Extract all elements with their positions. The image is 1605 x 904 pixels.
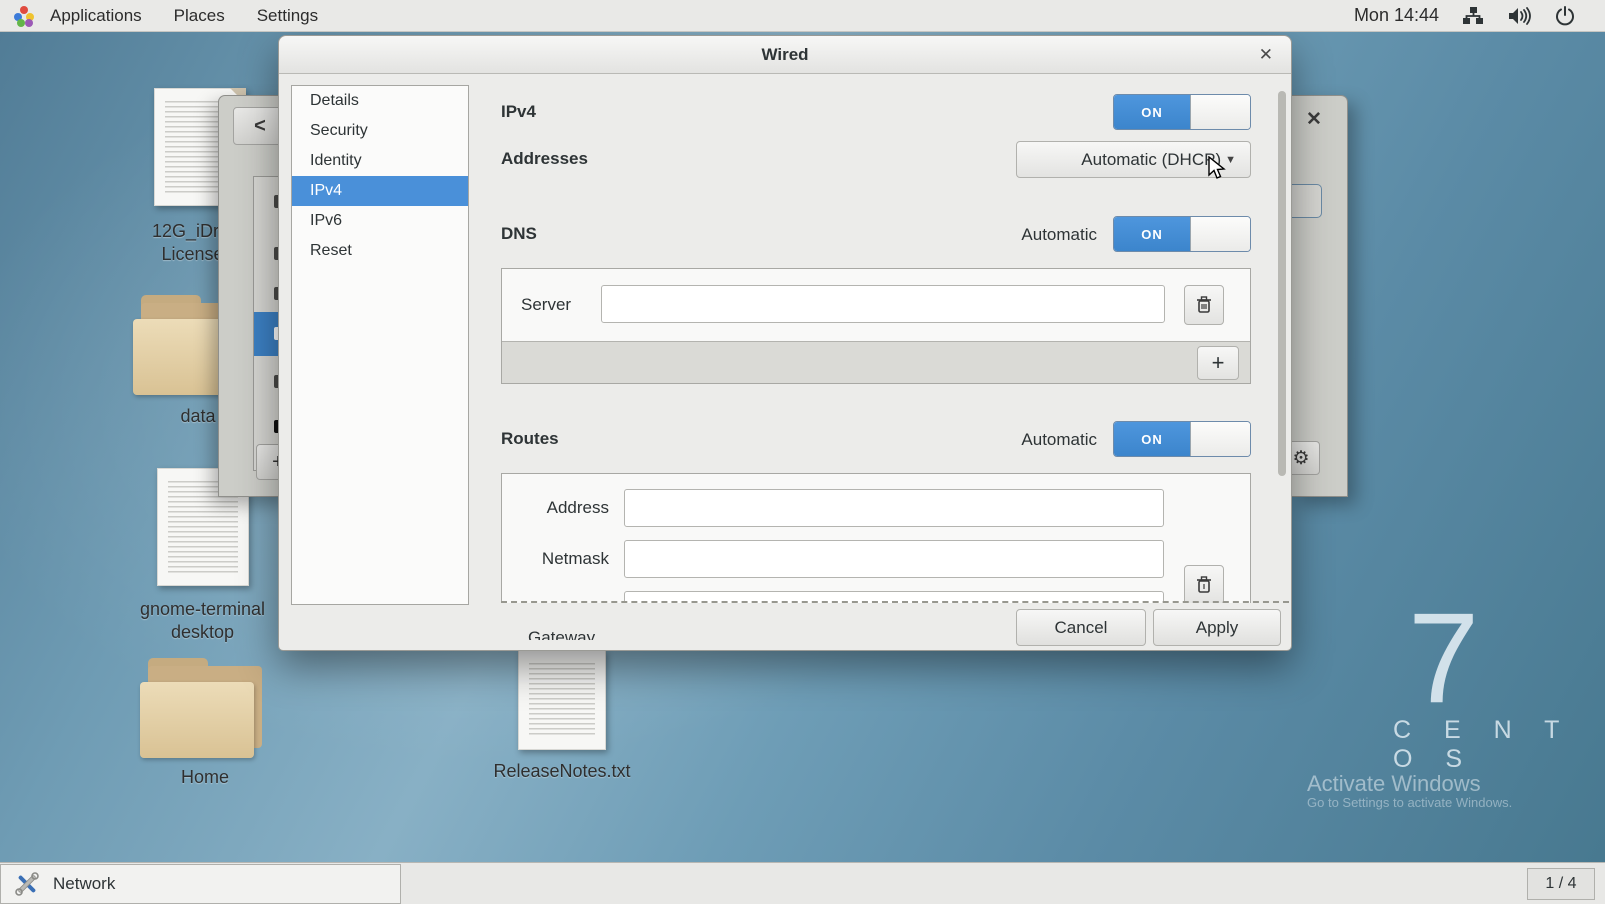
routes-automatic-toggle[interactable]: ON [1113,421,1251,457]
house-icon [166,698,244,746]
sidebar-item-identity[interactable]: Identity [292,146,468,176]
toggle-on-label: ON [1114,217,1190,251]
tools-icon [13,871,41,897]
dialog-scrollbar[interactable] [1278,91,1286,476]
dns-box-footer: + [502,341,1250,383]
centos-numeral: 7 [1408,595,1479,723]
sidebar-item-details[interactable]: Details [292,86,468,116]
desktop-icon-home-folder[interactable]: Home [135,658,275,789]
scroll-clip-edge [501,601,1289,603]
ipv4-toggle[interactable]: ON [1113,94,1251,130]
settings-menu[interactable]: Settings [241,0,334,32]
addresses-label: Addresses [501,149,588,169]
dns-section-label: DNS [501,224,537,244]
network-status-icon[interactable] [1461,4,1485,28]
network-task-button[interactable]: Network [0,864,401,904]
route-address-input[interactable] [624,489,1164,527]
delete-route-button[interactable] [1184,565,1224,603]
wired-settings-dialog: Wired ✕ Details Security Identity IPv4 I… [278,35,1292,651]
dropdown-value: Automatic (DHCP) [1081,150,1221,170]
server-label: Server [521,295,571,315]
icon-label: Home [135,766,275,789]
document-icon [518,650,606,750]
trash-icon [1196,576,1212,594]
volume-icon[interactable] [1507,4,1531,28]
gateway-label-clipped: Gateway [528,628,595,640]
sidebar-item-reset[interactable]: Reset [292,236,468,266]
dialog-close-icon[interactable]: ✕ [1259,36,1273,74]
delete-server-button[interactable] [1184,285,1224,325]
route-netmask-input[interactable] [624,540,1164,578]
toggle-on-label: ON [1114,422,1190,456]
apply-button[interactable]: Apply [1153,609,1281,646]
activate-windows-watermark: Activate Windows [1307,771,1481,797]
activate-windows-subtext: Go to Settings to activate Windows. [1307,795,1512,810]
toggle-knob [1190,422,1250,456]
workspace-switcher[interactable]: 1 / 4 [1527,868,1595,900]
task-label: Network [53,874,115,894]
power-icon[interactable] [1553,4,1577,28]
toggle-knob [1190,217,1250,251]
dialog-title: Wired [279,36,1291,74]
top-panel: Applications Places Settings Mon 14:44 [0,0,1605,32]
centos-wordmark: C E N T O S [1393,716,1605,774]
dialog-sidebar: Details Security Identity IPv4 IPv6 Rese… [291,85,469,605]
dns-server-input[interactable] [601,285,1165,323]
bottom-taskbar: Network 1 / 4 [0,862,1605,904]
desktop-icon-release-notes[interactable]: ReleaseNotes.txt [472,650,652,783]
places-menu[interactable]: Places [158,0,241,32]
network-panel-window-right-edge: ✕ ⚙ [1292,95,1348,497]
dns-automatic-toggle[interactable]: ON [1113,216,1251,252]
ipv4-section-label: IPv4 [501,102,536,122]
add-dns-server-button[interactable]: + [1197,346,1239,380]
netmask-label: Netmask [521,549,609,569]
trash-icon [1196,296,1212,314]
clock[interactable]: Mon 14:44 [1354,5,1439,26]
address-label: Address [529,498,609,518]
sidebar-item-security[interactable]: Security [292,116,468,146]
routes-box: Address Netmask [501,473,1251,603]
dialog-titlebar[interactable]: Wired ✕ [279,36,1291,74]
routes-section-label: Routes [501,429,559,449]
routes-automatic-label: Automatic [929,430,1097,450]
dns-servers-box: Server + [501,268,1251,384]
toggle-on-label: ON [1114,95,1190,129]
distro-logo-icon [14,6,34,26]
window-close-icon[interactable]: ✕ [1306,108,1322,131]
icon-label: ReleaseNotes.txt [472,760,652,783]
icon-label: desktop [110,621,295,644]
sidebar-item-ipv6[interactable]: IPv6 [292,206,468,236]
applications-menu[interactable]: Applications [34,0,158,32]
mouse-cursor [1207,156,1231,187]
icon-label: gnome-terminal [110,598,295,621]
dns-automatic-label: Automatic [929,225,1097,245]
home-folder-icon [140,658,270,758]
toggle-knob [1190,95,1250,129]
cancel-button[interactable]: Cancel [1016,609,1146,646]
sidebar-item-ipv4[interactable]: IPv4 [292,176,468,206]
